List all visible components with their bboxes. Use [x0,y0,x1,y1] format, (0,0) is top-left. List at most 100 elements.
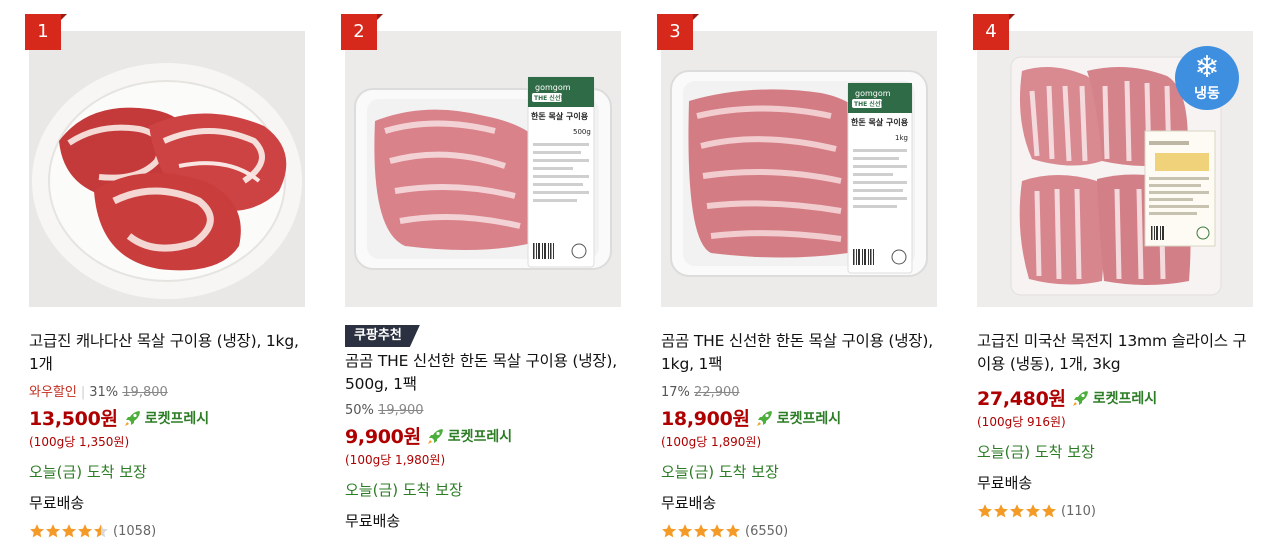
rocket-fresh-badge: 로켓프레시 [756,408,841,428]
review-count: (1058) [113,523,157,539]
wow-discount-label: 와우할인 [29,385,77,400]
original-price: 22,900 [694,385,740,400]
original-price: 19,900 [378,403,424,418]
product-card[interactable]: 2 gomgom THE 신선한 한돈 목살 구이용 500g 쿠팡추천 곰곰 … [341,0,621,545]
unit-price: (100g당 1,890원) [661,435,762,449]
unit-price: (100g당 1,980원) [345,453,446,467]
star-icon [710,524,724,538]
free-shipping: 무료배송 [977,474,1033,492]
meat-tray-image: gomgom THE 신선한 한돈 목살 구이용 500g [345,31,621,307]
star-icon [94,524,108,538]
rank-badge: 3 [657,14,699,50]
product-info: 곰곰 THE 신선한 한돈 목살 구이용 (냉장), 1kg, 1팩 17% 2… [661,330,937,539]
rocket-icon [124,410,140,426]
frozen-label: 냉동 [1194,86,1220,102]
rocket-label: 로켓프레시 [1092,390,1158,407]
delivery-guarantee: 오늘(금) 도착 보장 [977,443,1095,461]
rocket-label: 로켓프레시 [447,428,513,445]
price-line: 18,900원 로켓프레시 [661,404,937,431]
product-card[interactable]: 4 ❄ 냉동 고급진 미국산 목전지 13mm 슬라이스 구이용 (냉동), 1… [973,0,1253,545]
sale-price: 18,900원 [661,408,750,430]
sale-price: 27,480원 [977,388,1066,410]
frozen-badge: ❄ 냉동 [1175,46,1239,110]
product-name[interactable]: 곰곰 THE 신선한 한돈 목살 구이용 (냉장), 1kg, 1팩 [661,330,937,376]
rocket-label: 로켓프레시 [144,410,210,427]
rocket-fresh-badge: 로켓프레시 [427,426,512,446]
sale-price: 9,900원 [345,426,421,448]
rocket-icon [756,410,772,426]
product-image[interactable]: gomgom THE 신선한 한돈 목살 구이용 1kg [661,31,937,307]
rocket-label: 로켓프레시 [776,410,842,427]
product-info: 고급진 미국산 목전지 13mm 슬라이스 구이용 (냉동), 1개, 3kg … [977,330,1253,519]
pack-weight: 1kg [895,134,908,142]
free-shipping: 무료배송 [661,494,717,512]
pack-title: THE 신선한 [854,100,886,108]
rocket-icon [427,428,443,444]
discount-line: 50% 19,900 [345,402,621,420]
price-line: 27,480원 로켓프레시 [977,384,1253,411]
star-icon [1010,504,1024,518]
star-icon [1042,504,1056,518]
product-name[interactable]: 고급진 미국산 목전지 13mm 슬라이스 구이용 (냉동), 1개, 3kg [977,330,1253,376]
star-icon [46,524,60,538]
pack-subtitle: 한돈 목살 구이용 [851,117,909,127]
star-icon [30,524,44,538]
star-icon [662,524,676,538]
product-name[interactable]: 곰곰 THE 신선한 한돈 목살 구이용 (냉장), 500g, 1팩 [345,350,621,396]
pack-brand: gomgom [855,89,891,98]
rating: (110) [977,503,1253,519]
star-icon [1026,504,1040,518]
product-image[interactable] [29,31,305,307]
product-name[interactable]: 고급진 캐나다산 목살 구이용 (냉장), 1kg, 1개 [29,330,305,376]
review-count: (6550) [745,523,789,539]
product-card[interactable]: 3 gomgom THE 신선한 한돈 목살 구이용 1kg 곰곰 THE 신선… [657,0,937,545]
pack-weight: 500g [573,128,591,136]
star-icon [62,524,76,538]
product-image[interactable]: gomgom THE 신선한 한돈 목살 구이용 500g [345,31,621,307]
coupang-recommend-badge: 쿠팡추천 [345,325,420,347]
rating: (1058) [29,523,305,539]
price-line: 13,500원 로켓프레시 [29,404,305,431]
meat-plate-image [29,31,305,307]
free-shipping: 무료배송 [29,494,85,512]
pack-subtitle: 한돈 목살 구이용 [531,111,589,121]
meat-tray-image: gomgom THE 신선한 한돈 목살 구이용 1kg [661,31,937,307]
product-grid: 1 고급진 캐나다산 목살 구이용 (냉장), 1kg, 1개 와우할인 | 3… [0,0,1280,545]
discount-line: 17% 22,900 [661,384,937,402]
rating: (6550) [661,523,937,539]
star-icon [678,524,692,538]
product-card[interactable]: 1 고급진 캐나다산 목살 구이용 (냉장), 1kg, 1개 와우할인 | 3… [25,0,305,545]
unit-price: (100g당 1,350원) [29,435,130,449]
product-info: 쿠팡추천 곰곰 THE 신선한 한돈 목살 구이용 (냉장), 500g, 1팩… [345,324,621,531]
discount-line: 와우할인 | 31% 19,800 [29,384,305,402]
star-icon [78,524,92,538]
free-shipping: 무료배송 [345,512,401,530]
delivery-guarantee: 오늘(금) 도착 보장 [661,463,779,481]
star-rating [977,503,1057,519]
delivery-guarantee: 오늘(금) 도착 보장 [345,481,463,499]
snowflake-icon: ❄ [1194,50,1220,85]
rank-badge: 2 [341,14,383,50]
star-icon [994,504,1008,518]
star-rating [29,523,109,539]
pack-title: THE 신선한 [534,94,566,102]
delivery-guarantee: 오늘(금) 도착 보장 [29,463,147,481]
pack-brand: gomgom [535,83,571,92]
discount-rate: 50% [345,403,374,418]
discount-rate: 17% [661,385,690,400]
star-icon [978,504,992,518]
unit-price: (100g당 916원) [977,415,1066,429]
price-line: 9,900원 로켓프레시 [345,422,621,449]
rocket-icon [1072,390,1088,406]
star-icon [694,524,708,538]
original-price: 19,800 [122,385,168,400]
star-icon [726,524,740,538]
rocket-fresh-badge: 로켓프레시 [1072,388,1157,408]
review-count: (110) [1061,503,1096,519]
divider: | [80,385,86,400]
star-rating [661,523,741,539]
product-info: 고급진 캐나다산 목살 구이용 (냉장), 1kg, 1개 와우할인 | 31% 1… [29,330,305,539]
rank-badge: 4 [973,14,1015,50]
rank-badge: 1 [25,14,67,50]
discount-rate: 31% [89,385,119,400]
